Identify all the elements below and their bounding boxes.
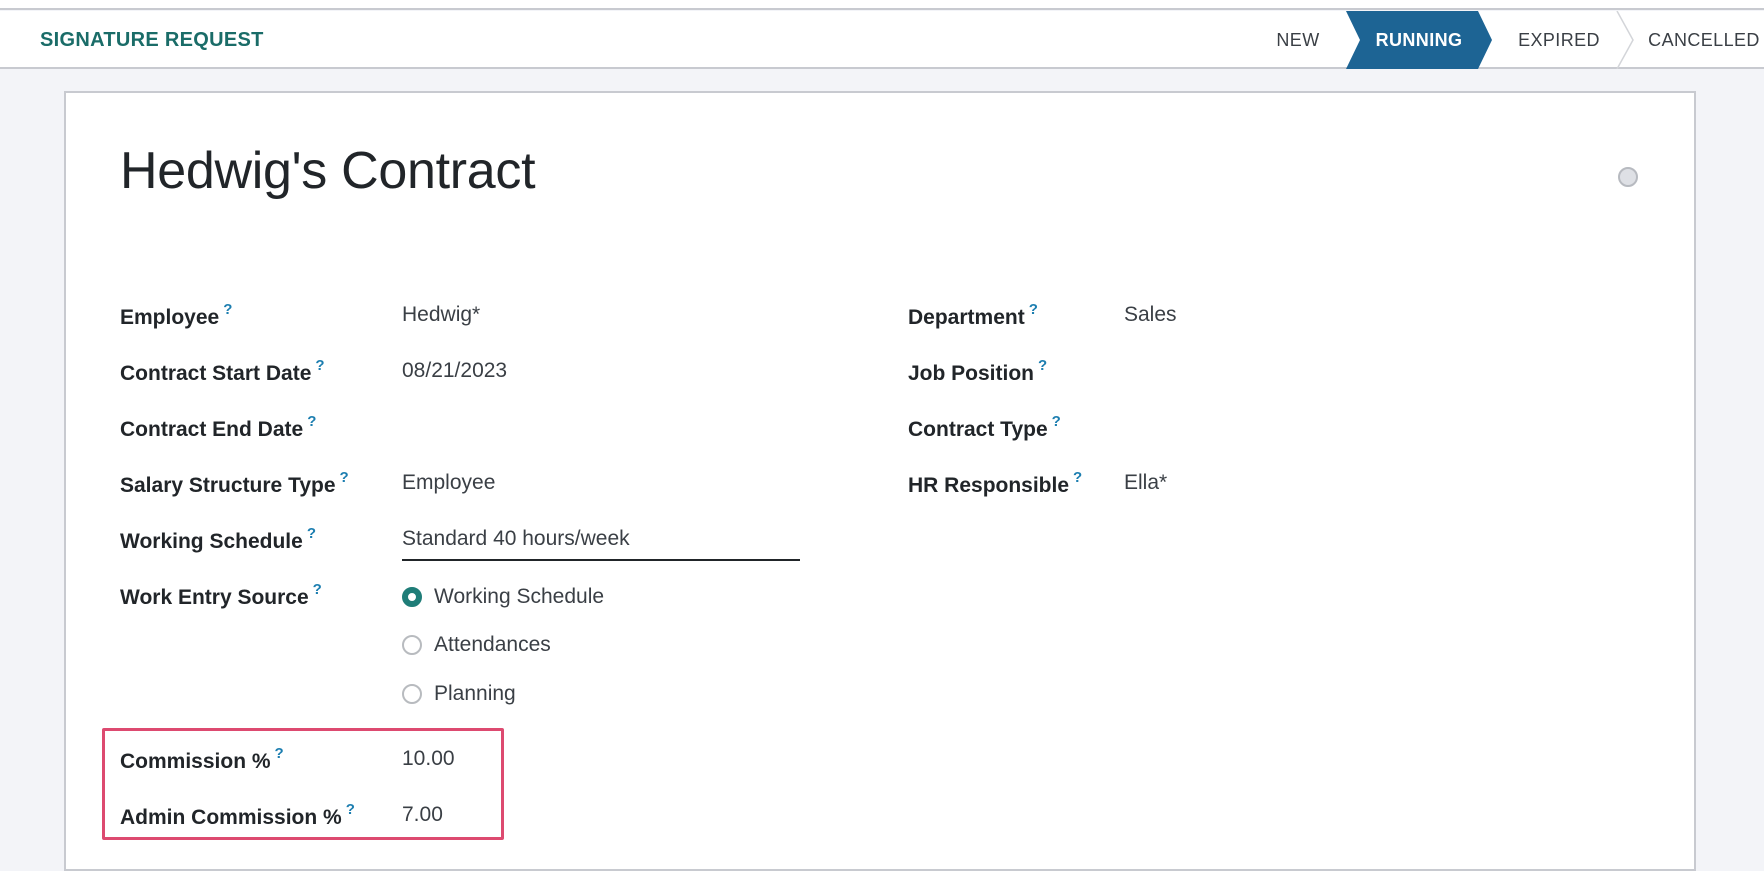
radio-label: Working Schedule xyxy=(434,585,605,608)
stage-new[interactable]: NEW xyxy=(1250,11,1346,69)
status-dot-button[interactable] xyxy=(1618,167,1638,187)
employee-value[interactable]: Hedwig* xyxy=(402,303,480,327)
field-label: Contract End Date? xyxy=(120,413,317,441)
field-label: Work Entry Source? xyxy=(120,581,322,609)
stage-running-label: RUNNING xyxy=(1375,30,1463,50)
help-icon[interactable]: ? xyxy=(307,413,316,430)
radio-attendances[interactable]: Attendances xyxy=(402,630,551,660)
help-icon[interactable]: ? xyxy=(313,581,322,598)
help-icon[interactable]: ? xyxy=(1029,301,1038,318)
admin-commission-value[interactable]: 7.00 xyxy=(402,803,443,827)
stage-cancelled[interactable]: CANCELLED xyxy=(1626,11,1764,69)
stage-running[interactable]: RUNNING xyxy=(1346,11,1492,69)
field-label: Working Schedule? xyxy=(120,525,316,553)
field-label: HR Responsible? xyxy=(908,469,1083,497)
field-label: Department? xyxy=(908,301,1038,329)
help-icon[interactable]: ? xyxy=(1052,413,1061,430)
hr-responsible-value[interactable]: Ella* xyxy=(1124,471,1167,495)
signature-request-button[interactable]: SIGNATURE REQUEST xyxy=(40,11,264,69)
radio-working-schedule[interactable]: Working Schedule xyxy=(402,582,604,612)
help-icon[interactable]: ? xyxy=(275,745,284,762)
help-icon[interactable]: ? xyxy=(315,357,324,374)
radio-checked-icon[interactable] xyxy=(402,587,422,607)
stage-new-label: NEW xyxy=(1276,30,1320,50)
stage-cancelled-label: CANCELLED xyxy=(1648,30,1760,50)
page-title: Hedwig's Contract xyxy=(120,142,536,200)
field-label: Admin Commission %? xyxy=(120,801,355,829)
radio-label: Planning xyxy=(434,682,516,705)
help-icon[interactable]: ? xyxy=(223,301,232,318)
help-icon[interactable]: ? xyxy=(307,525,316,542)
commission-value[interactable]: 10.00 xyxy=(402,747,455,771)
department-value[interactable]: Sales xyxy=(1124,303,1177,327)
stage-pipeline: NEW RUNNING EXPIRED CANCELLED xyxy=(1250,11,1764,69)
working-schedule-input[interactable]: Standard 40 hours/week xyxy=(402,527,800,561)
field-label: Commission %? xyxy=(120,745,284,773)
field-label: Employee? xyxy=(120,301,233,329)
stage-expired-label: EXPIRED xyxy=(1518,30,1600,50)
field-label: Salary Structure Type? xyxy=(120,469,349,497)
top-strip xyxy=(0,0,1764,10)
radio-unchecked-icon[interactable] xyxy=(402,684,422,704)
field-label: Contract Type? xyxy=(908,413,1061,441)
salary-structure-type-value[interactable]: Employee xyxy=(402,471,495,495)
help-icon[interactable]: ? xyxy=(346,801,355,818)
contract-start-date-value[interactable]: 08/21/2023 xyxy=(402,359,507,383)
help-icon[interactable]: ? xyxy=(1038,357,1047,374)
status-bar: SIGNATURE REQUEST NEW RUNNING EXPIRED CA… xyxy=(0,11,1764,69)
radio-unchecked-icon[interactable] xyxy=(402,635,422,655)
radio-label: Attendances xyxy=(434,633,551,656)
help-icon[interactable]: ? xyxy=(340,469,349,486)
help-icon[interactable]: ? xyxy=(1073,469,1082,486)
form-sheet: Hedwig's Contract Employee? Hedwig* Cont… xyxy=(64,91,1696,871)
radio-planning[interactable]: Planning xyxy=(402,679,516,709)
stage-expired[interactable]: EXPIRED xyxy=(1492,11,1634,69)
field-label: Contract Start Date? xyxy=(120,357,325,385)
field-label: Job Position? xyxy=(908,357,1048,385)
